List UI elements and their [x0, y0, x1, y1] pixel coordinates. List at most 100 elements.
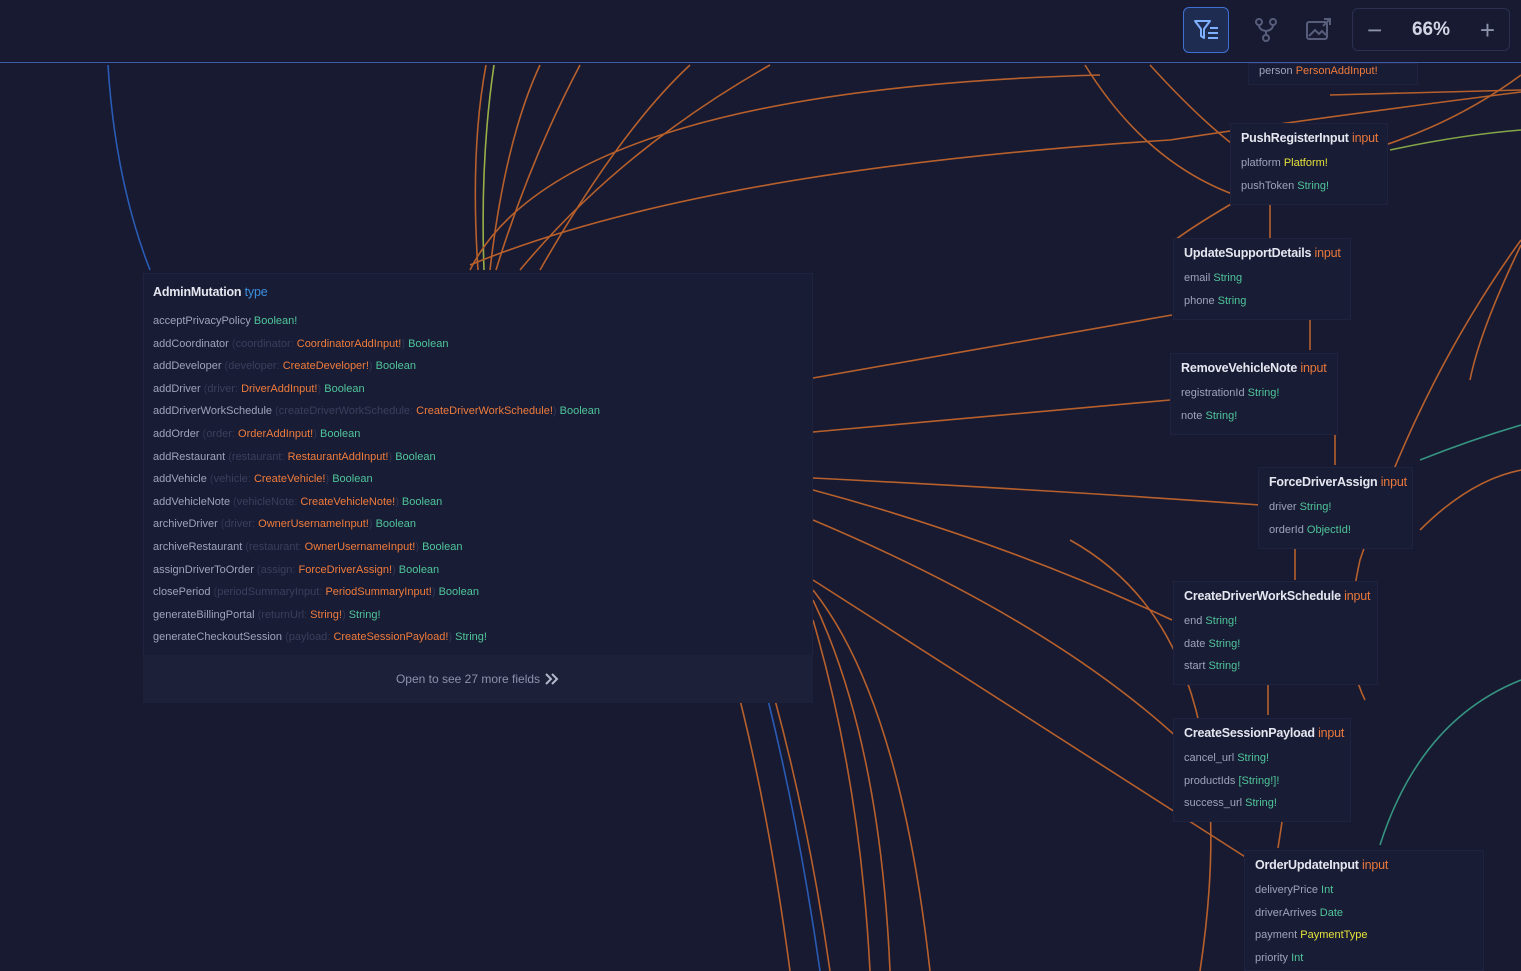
zoom-level: 66% — [1411, 18, 1451, 40]
return-type: String! — [455, 631, 487, 644]
field-row: note String! — [1181, 405, 1337, 428]
arg-name: driver — [224, 518, 253, 531]
field-row: date String! — [1184, 633, 1377, 656]
branch-button[interactable] — [1243, 7, 1289, 53]
node-title: RemoveVehicleNote — [1181, 361, 1298, 375]
field-type: String! — [1297, 179, 1330, 192]
paren: ) — [392, 563, 399, 576]
person-add-input-node[interactable]: person PersonAddInput! — [1248, 63, 1418, 85]
node-kind: input — [1300, 361, 1327, 375]
open-more-fields-button[interactable]: Open to see 27 more fields — [143, 655, 813, 703]
field-name: addVehicleNote — [153, 495, 231, 508]
edge — [482, 64, 495, 271]
zoom-in-button[interactable]: + — [1480, 17, 1495, 43]
field-row: payment PaymentType — [1255, 924, 1483, 947]
arg-type: CreateSessionPayload! — [333, 631, 449, 644]
return-type: Boolean — [375, 518, 416, 531]
field-row[interactable]: archiveDriver (driver: OwnerUsernameInpu… — [153, 513, 812, 536]
node-title: AdminMutation — [153, 285, 242, 299]
field-type: Platform! — [1283, 157, 1328, 169]
field-name: addCoordinator — [153, 337, 229, 350]
field-row: driverArrives Date — [1255, 902, 1483, 925]
image-export-button[interactable] — [1295, 7, 1341, 53]
node-kind: input — [1344, 589, 1371, 603]
field-list: acceptPrivacyPolicy Boolean! addCoordinat… — [153, 310, 812, 649]
field-name: addRestaurant — [153, 450, 226, 463]
arg-type: CreateDriverWorkSchedule! — [416, 405, 553, 418]
field-row[interactable]: generateCheckoutSession (payload: Create… — [153, 626, 812, 649]
node-title: PushRegisterInput — [1241, 131, 1349, 145]
paren: ( — [272, 405, 279, 418]
field-name: phone — [1184, 294, 1215, 307]
return-type: Boolean — [375, 360, 417, 373]
arg-type: ForceDriverAssign! — [298, 563, 393, 576]
field-row[interactable]: addDriverWorkSchedule (createDriverWorkS… — [153, 400, 812, 423]
arg-name: createDriverWorkSchedule — [278, 405, 411, 418]
edge — [739, 699, 791, 971]
node-kind: type — [244, 285, 268, 299]
edge — [812, 599, 891, 971]
arg-name: driver — [207, 382, 235, 395]
field-row: phone String — [1184, 290, 1350, 313]
field-name: success_url — [1184, 797, 1243, 810]
arg-name: returnUrl — [261, 608, 305, 621]
arg-name: coordinator — [235, 337, 291, 350]
edge — [1149, 64, 1241, 151]
field-row[interactable]: addVehicle (vehicle: CreateVehicle!) Boo… — [153, 468, 812, 491]
field-row[interactable]: addRestaurant (restaurant: RestaurantAdd… — [153, 446, 812, 469]
field-name: email — [1184, 272, 1211, 284]
field-row: deliveryPrice Int — [1255, 879, 1483, 902]
field-row: end String! — [1184, 610, 1377, 633]
field-name: assignDriverToOrder — [153, 563, 254, 576]
remove-vehicle-note-node[interactable]: RemoveVehicleNote input registrationId S… — [1170, 353, 1338, 435]
field-row[interactable]: acceptPrivacyPolicy Boolean! — [153, 310, 812, 333]
field-name: platform — [1241, 157, 1281, 169]
image-export-icon — [1306, 18, 1331, 40]
edge — [539, 64, 691, 271]
field-row[interactable]: addDriver (driver: DriverAddInput!) Bool… — [153, 378, 812, 401]
edge — [812, 399, 1171, 433]
paren: ( — [282, 631, 289, 644]
arg-type: RestaurantAddInput! — [287, 450, 389, 463]
schema-graph-canvas[interactable]: person PersonAddInput! PushRegisterInput… — [0, 63, 1521, 971]
node-title: OrderUpdateInput — [1255, 858, 1359, 872]
edge — [1419, 424, 1521, 461]
order-update-input-node[interactable]: OrderUpdateInput input deliveryPrice Int… — [1244, 850, 1484, 971]
field-row[interactable]: addCoordinator (coordinator: Coordinator… — [153, 333, 812, 356]
more-fields-label: Open to see 27 more fields — [395, 672, 541, 686]
field-row[interactable]: generateBillingPortal (returnUrl: String… — [153, 604, 812, 627]
paren: ) — [368, 518, 376, 531]
force-driver-assign-node[interactable]: ForceDriverAssign input driver String! o… — [1258, 467, 1413, 549]
paren: ( — [230, 495, 237, 508]
field-row[interactable]: archiveRestaurant (restaurant: OwnerUser… — [153, 536, 812, 559]
field-row: orderId ObjectId! — [1269, 519, 1412, 542]
field-name: end — [1184, 615, 1203, 627]
filter-button[interactable] — [1183, 7, 1229, 53]
field-type: Date — [1319, 906, 1344, 919]
field-type: Int — [1291, 951, 1304, 964]
arg-type: CreateVehicle! — [253, 473, 326, 486]
field-row[interactable]: assignDriverToOrder (assign: ForceDriver… — [153, 559, 812, 582]
edge — [107, 64, 151, 271]
field-row[interactable]: closePeriod (periodSummaryInput: PeriodS… — [153, 581, 812, 604]
field-row[interactable]: addVehicleNote (vehicleNote: CreateVehic… — [153, 491, 812, 514]
zoom-out-button[interactable]: − — [1367, 17, 1382, 43]
field-row[interactable]: addOrder (order: OrderAddInput!) Boolean — [153, 423, 812, 446]
create-session-payload-node[interactable]: CreateSessionPayload input cancel_url St… — [1173, 718, 1351, 822]
admin-mutation-node[interactable]: AdminMutation type acceptPrivacyPolicy B… — [143, 273, 813, 703]
field-row[interactable]: addDeveloper (developer: CreateDeveloper… — [153, 355, 812, 378]
edge — [1469, 244, 1521, 381]
update-support-details-node[interactable]: UpdateSupportDetails input email String … — [1173, 238, 1351, 320]
edge — [774, 699, 831, 971]
push-register-input-node[interactable]: PushRegisterInput input platform Platfor… — [1230, 123, 1388, 205]
field-row: start String! — [1184, 655, 1377, 678]
field-row: email String — [1184, 267, 1350, 290]
field-row: productIds [String!]! — [1184, 770, 1350, 793]
create-driver-work-schedule-node[interactable]: CreateDriverWorkSchedule input end Strin… — [1173, 581, 1378, 685]
arg-name: vehicleNote — [236, 495, 295, 508]
field-type: String! — [1247, 387, 1280, 399]
edge — [1384, 74, 1521, 146]
arg-type: CoordinatorAddInput! — [296, 337, 402, 350]
arg-name: restaurant — [231, 450, 282, 463]
arg-name: payload — [288, 631, 328, 644]
